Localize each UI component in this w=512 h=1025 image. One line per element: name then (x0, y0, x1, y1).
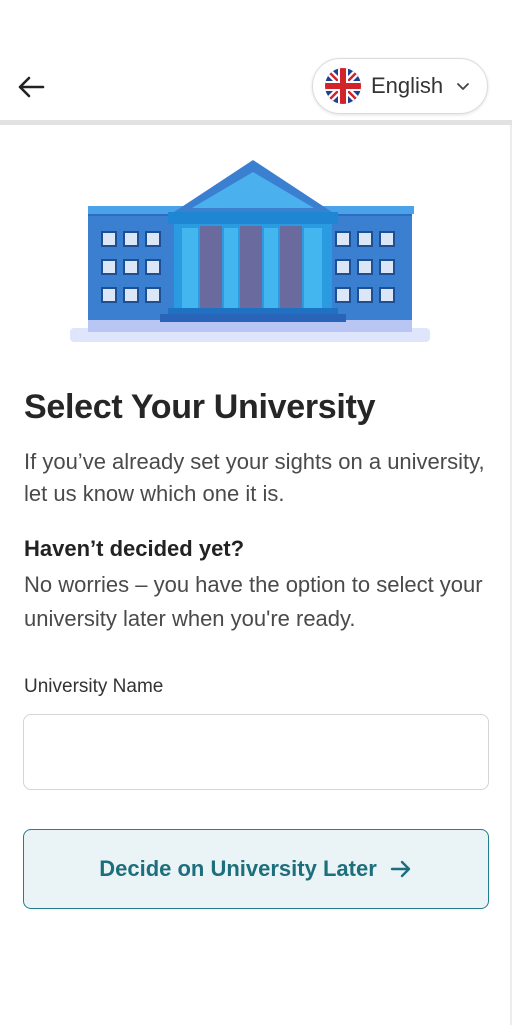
undecided-heading: Haven’t decided yet? (24, 536, 245, 561)
arrow-right-icon (389, 857, 413, 881)
arrow-left-icon (18, 76, 45, 98)
back-button[interactable] (14, 70, 48, 104)
top-bar: English (0, 0, 512, 120)
decide-later-button[interactable]: Decide on University Later (23, 829, 489, 909)
uk-flag-icon (325, 68, 361, 104)
chevron-down-icon (455, 78, 471, 94)
university-name-label: University Name (24, 676, 164, 697)
decide-later-label: Decide on University Later (99, 856, 377, 881)
page-description: If you’ve already set your sights on a u… (24, 449, 485, 506)
undecided-description: No worries – you have the option to sele… (24, 572, 483, 631)
university-name-input[interactable] (23, 714, 489, 790)
language-selector[interactable]: English (312, 58, 488, 114)
university-building-icon (60, 150, 440, 350)
header-divider (0, 120, 512, 125)
page-title: Select Your University (24, 388, 376, 426)
language-label: English (371, 73, 444, 98)
